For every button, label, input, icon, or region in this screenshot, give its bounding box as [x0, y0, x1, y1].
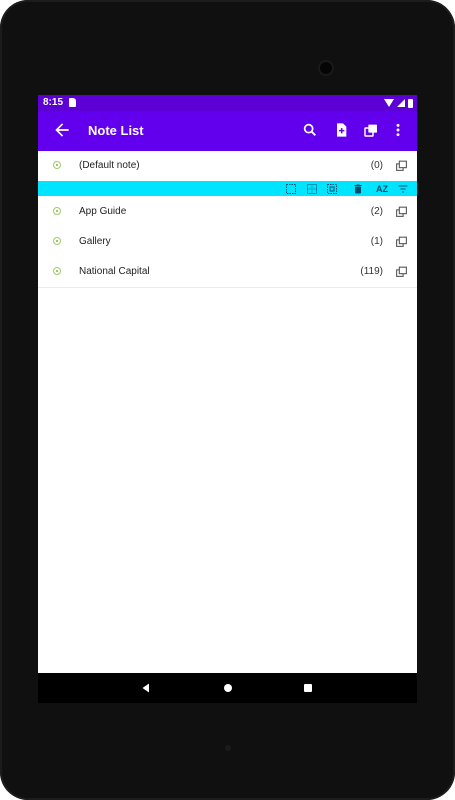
- copy-icon[interactable]: [395, 159, 408, 172]
- select-all-icon[interactable]: [285, 182, 297, 195]
- note-dot-icon: [53, 161, 61, 169]
- battery-icon: [408, 98, 413, 108]
- deselect-icon[interactable]: [326, 182, 338, 195]
- note-dot-icon: [53, 267, 61, 275]
- select-grid-icon[interactable]: [306, 182, 318, 195]
- tablet-frame: 8:15 Note List (Default note) (0) AZ App…: [0, 0, 455, 800]
- wifi-icon: [384, 99, 394, 107]
- note-count: (2): [370, 206, 383, 217]
- front-camera: [320, 62, 332, 74]
- note-label: App Guide: [79, 206, 127, 217]
- delete-icon[interactable]: [352, 182, 364, 195]
- note-count: (0): [370, 160, 383, 171]
- status-icons: [384, 97, 413, 109]
- note-label: National Capital: [79, 266, 150, 277]
- copy-icon[interactable]: [395, 205, 408, 218]
- copy-notes-icon[interactable]: [361, 120, 381, 140]
- sort-az-icon[interactable]: AZ: [376, 182, 388, 195]
- screen: 8:15 Note List (Default note) (0) AZ App…: [38, 95, 417, 703]
- note-dot-icon: [53, 207, 61, 215]
- sdcard-icon: [69, 98, 76, 107]
- page-title: Note List: [88, 123, 144, 138]
- note-label: (Default note): [79, 160, 140, 171]
- note-dot-icon: [53, 237, 61, 245]
- app-bar: Note List: [38, 111, 417, 151]
- system-nav-bar: [38, 673, 417, 703]
- note-count: (1): [370, 236, 383, 247]
- arrow-back-icon[interactable]: [52, 120, 72, 140]
- search-icon[interactable]: [300, 120, 320, 140]
- list-item[interactable]: Gallery (1): [38, 227, 417, 258]
- list-item[interactable]: (Default note) (0): [38, 151, 417, 182]
- selection-toolbar: AZ: [38, 181, 417, 196]
- filter-icon[interactable]: [397, 182, 409, 195]
- list-item[interactable]: App Guide (2): [38, 197, 417, 228]
- more-vert-icon[interactable]: [388, 120, 408, 140]
- copy-icon[interactable]: [395, 265, 408, 278]
- copy-icon[interactable]: [395, 235, 408, 248]
- status-bar: 8:15: [38, 95, 417, 111]
- note-label: Gallery: [79, 236, 111, 247]
- nav-back-icon[interactable]: [138, 680, 154, 696]
- status-time: 8:15: [43, 97, 64, 108]
- nav-recents-icon[interactable]: [300, 680, 316, 696]
- add-note-icon[interactable]: [331, 120, 351, 140]
- note-count: (119): [360, 266, 383, 277]
- nav-home-icon[interactable]: [220, 680, 236, 696]
- signal-icon: [397, 99, 405, 107]
- sensor-dot: [225, 745, 231, 751]
- list-item[interactable]: National Capital (119): [38, 257, 417, 288]
